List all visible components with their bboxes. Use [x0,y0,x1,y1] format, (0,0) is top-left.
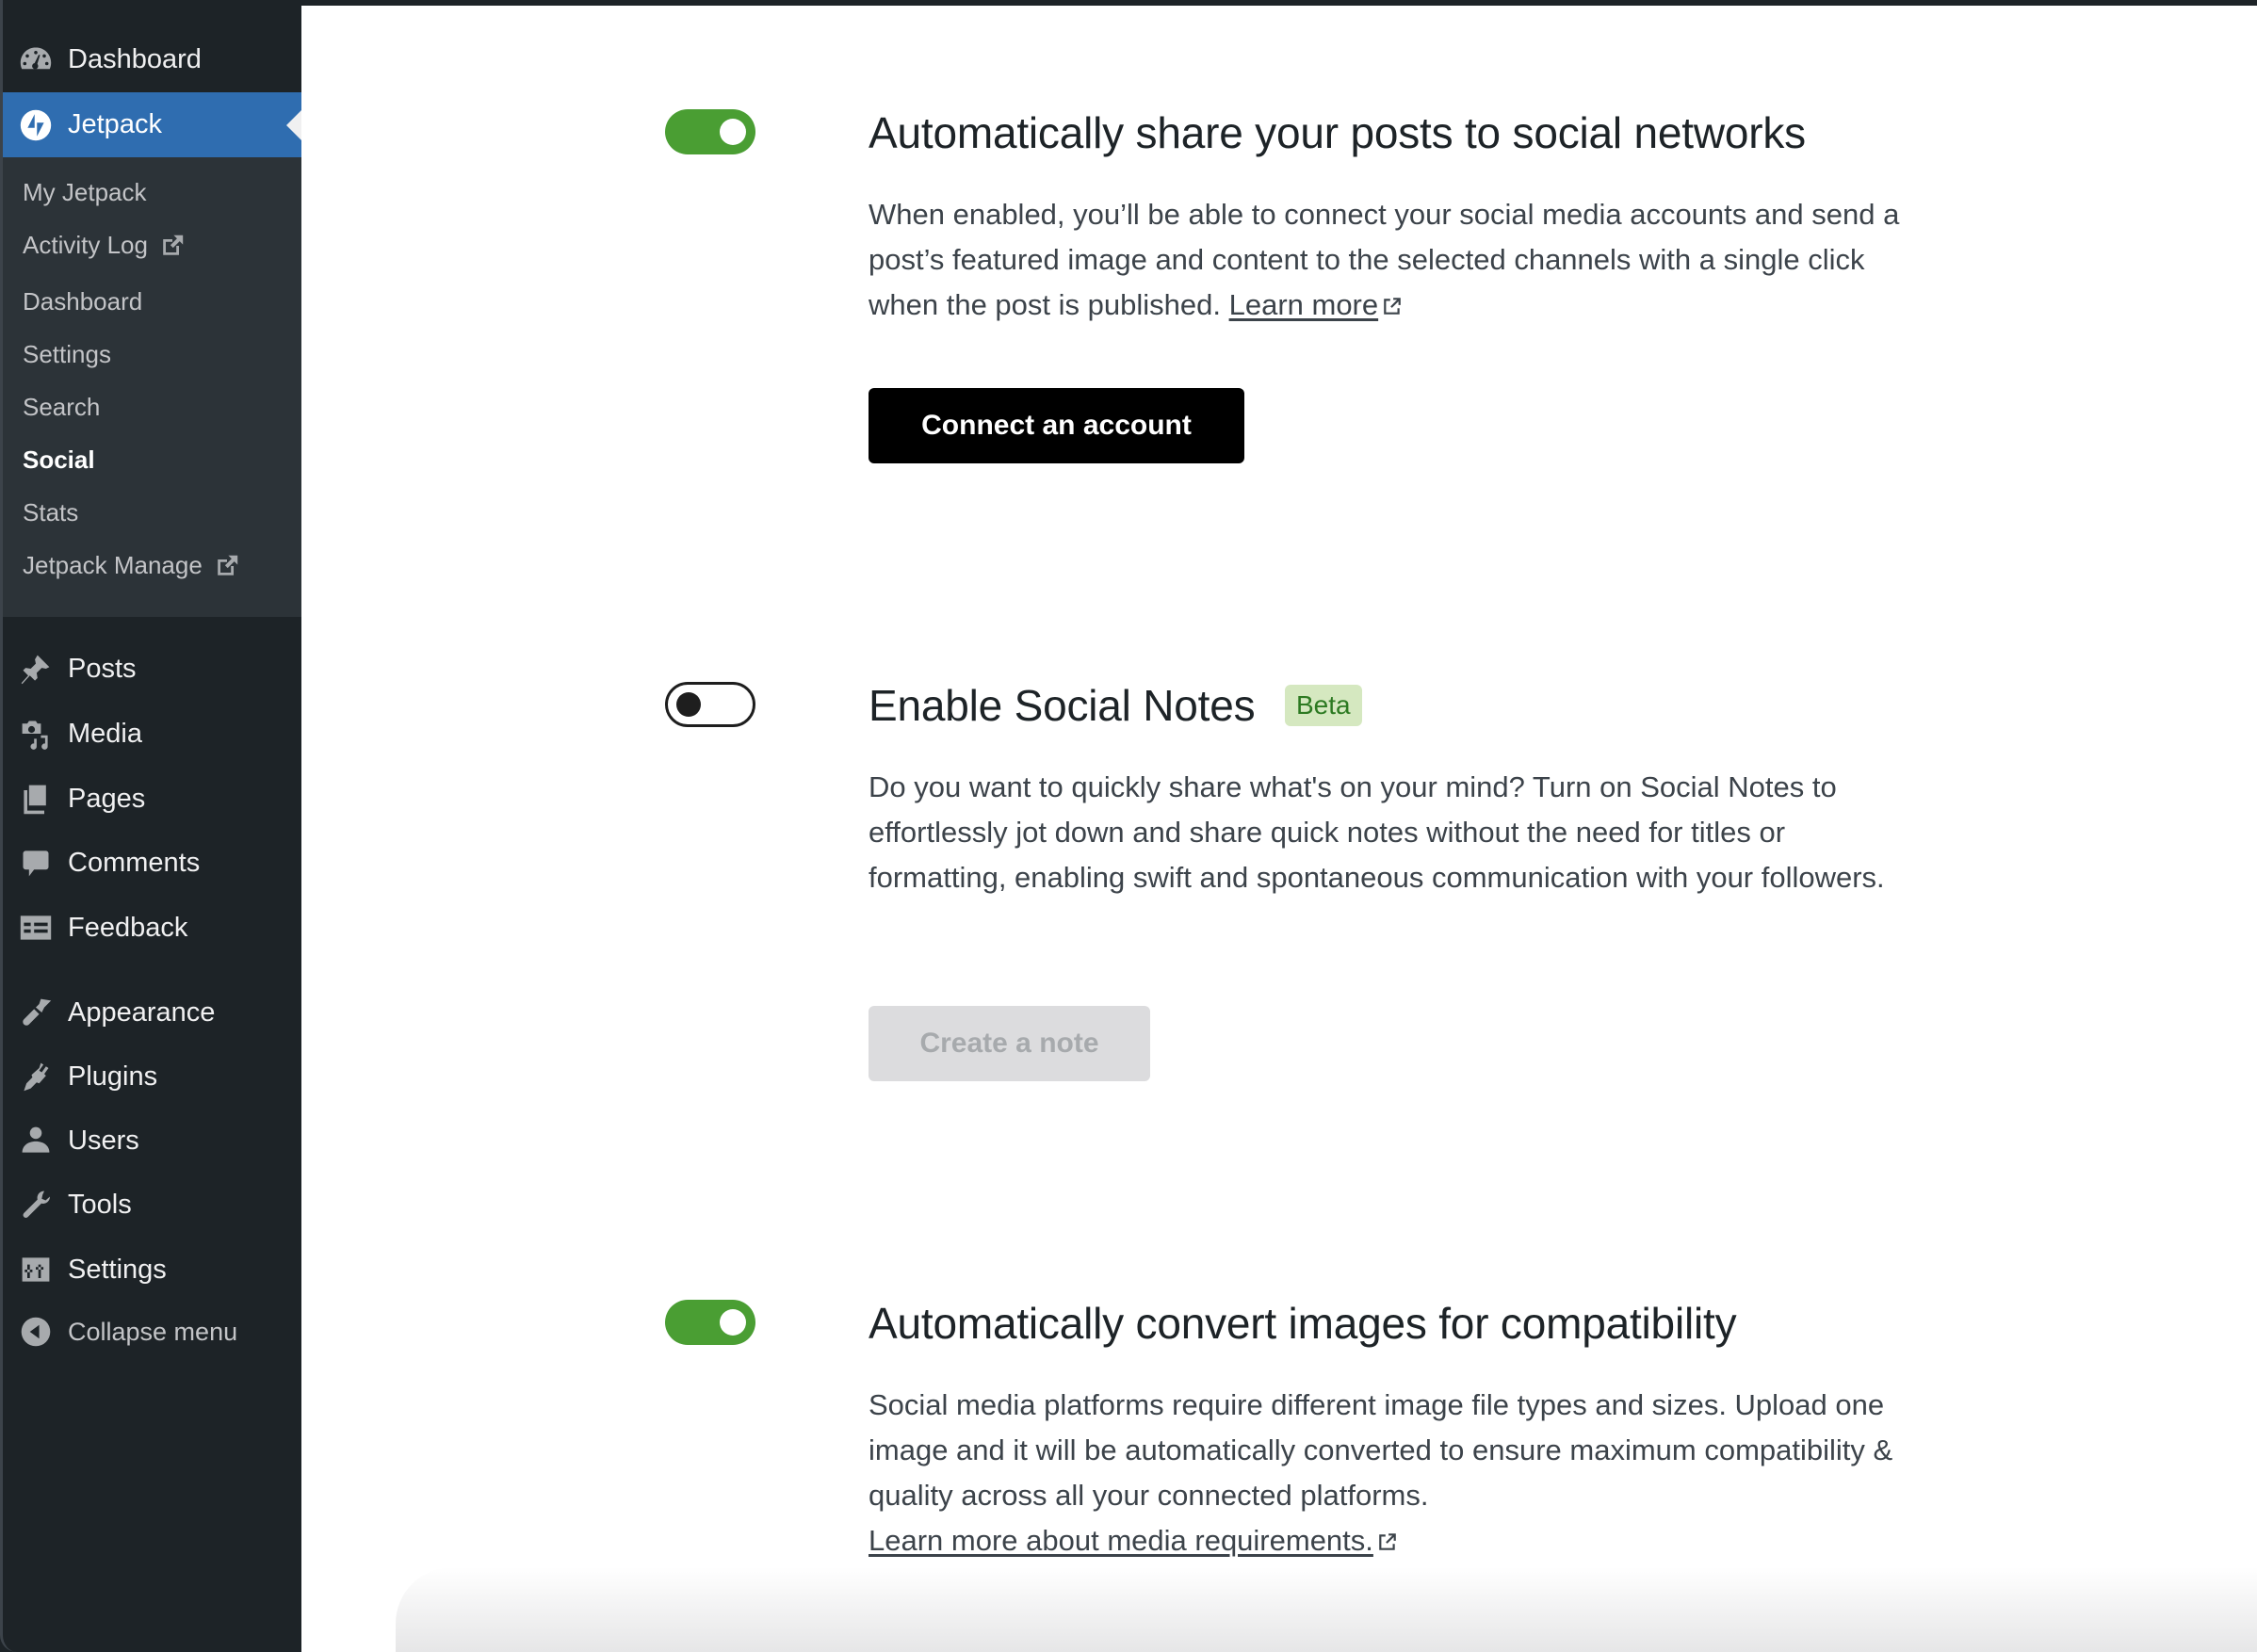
user-icon [19,1124,53,1158]
link-label: Learn more about media requirements. [869,1524,1373,1557]
wrench-icon [19,1188,53,1222]
sidebar-item-label: Posts [68,653,137,684]
submenu-label: Stats [23,498,79,526]
beta-badge: Beta [1285,685,1362,726]
social-notes-description: Do you want to quickly share what's on y… [869,770,1885,894]
submenu-label: Search [23,393,101,421]
sidebar-item-settings[interactable]: Settings [3,1238,301,1302]
collapse-menu-label: Collapse menu [68,1317,238,1346]
jetpack-icon [19,108,53,142]
sidebar-item-label: Dashboard [68,43,202,74]
submenu-item-jetpack-manage[interactable]: Jetpack Manage [23,551,240,580]
sidebar-item-posts[interactable]: Posts [3,637,301,701]
create-note-button[interactable]: Create a note [869,1006,1150,1081]
sidebar-item-label: Tools [68,1189,132,1220]
auto-share-description: When enabled, you’ll be able to connect … [869,192,1914,328]
sidebar-item-label: Plugins [68,1061,158,1092]
media-icon [19,717,53,751]
sidebar-item-media[interactable]: Media [3,702,301,766]
media-requirements-link[interactable]: Learn more about media requirements. [869,1524,1373,1557]
external-link-icon [1382,284,1403,315]
comment-icon [19,846,53,880]
sidebar-item-pages[interactable]: Pages [3,767,301,831]
link-label: Learn more [1228,288,1379,321]
sidebar-item-appearance[interactable]: Appearance [3,980,301,1045]
bottom-panel-shadow [396,1567,2257,1652]
submenu-item-activity-log[interactable]: Activity Log [23,231,186,260]
submenu-item-stats[interactable]: Stats [23,498,78,527]
toggle-knob [720,119,746,145]
submenu-item-social[interactable]: Social [23,445,95,475]
toggle-knob [720,1309,746,1336]
external-link-icon [159,233,186,259]
submenu-item-my-jetpack[interactable]: My Jetpack [23,178,147,207]
description-text: Social media platforms require different… [869,1388,1893,1512]
sidebar-item-users[interactable]: Users [3,1109,301,1173]
submenu-label: My Jetpack [23,178,147,206]
toggle-knob [676,692,701,717]
collapse-menu-button[interactable]: Collapse menu [3,1300,301,1364]
connect-account-button[interactable]: Connect an account [869,388,1244,463]
image-convert-toggle[interactable] [665,1300,755,1345]
jetpack-submenu: My Jetpack Activity Log Dashboard Settin… [3,157,301,617]
submenu-label: Social [23,445,95,474]
collapse-icon [19,1315,53,1349]
sidebar-item-label: Pages [68,783,146,814]
plug-icon [19,1060,53,1093]
submenu-label: Dashboard [23,287,143,316]
external-link-icon [1377,1520,1398,1550]
pin-icon [19,652,53,686]
admin-sidebar: Dashboard Jetpack My Jetpack Activity Lo… [0,0,301,1652]
current-menu-arrow [286,109,301,140]
submenu-label: Jetpack Manage [23,551,203,579]
sidebar-item-tools[interactable]: Tools [3,1173,301,1237]
feedback-icon [19,911,53,945]
sidebar-item-label: Media [68,718,142,749]
sidebar-item-label: Jetpack [68,109,162,139]
sidebar-item-comments[interactable]: Comments [3,831,301,895]
submenu-item-search[interactable]: Search [23,393,100,422]
auto-share-toggle[interactable] [665,109,755,154]
external-link-icon [214,553,240,579]
settings-icon [19,1253,53,1287]
sidebar-item-label: Appearance [68,996,216,1028]
social-notes-toggle[interactable] [665,682,755,727]
sidebar-item-plugins[interactable]: Plugins [3,1045,301,1109]
social-notes-title: Enable Social Notes [869,681,1256,730]
sidebar-item-label: Settings [68,1254,167,1285]
image-convert-title: Automatically convert images for compati… [869,1299,1737,1348]
submenu-label: Activity Log [23,231,148,259]
sidebar-item-label: Comments [68,847,201,878]
sidebar-item-label: Feedback [68,912,188,943]
submenu-label: Settings [23,340,111,368]
sidebar-item-feedback[interactable]: Feedback [3,896,301,960]
image-convert-description: Social media platforms require different… [869,1383,1914,1563]
submenu-item-dashboard[interactable]: Dashboard [23,287,142,316]
auto-share-title: Automatically share your posts to social… [869,108,1806,157]
learn-more-link[interactable]: Learn more [1229,288,1379,321]
social-settings-content: Automatically share your posts to social… [301,6,2257,1652]
pages-icon [19,782,53,816]
sidebar-item-label: Users [68,1125,139,1156]
submenu-item-settings[interactable]: Settings [23,340,111,369]
dashboard-icon [19,42,53,76]
sidebar-item-dashboard[interactable]: Dashboard [3,27,301,91]
paintbrush-icon [19,996,53,1029]
sidebar-item-jetpack[interactable]: Jetpack [3,92,301,157]
